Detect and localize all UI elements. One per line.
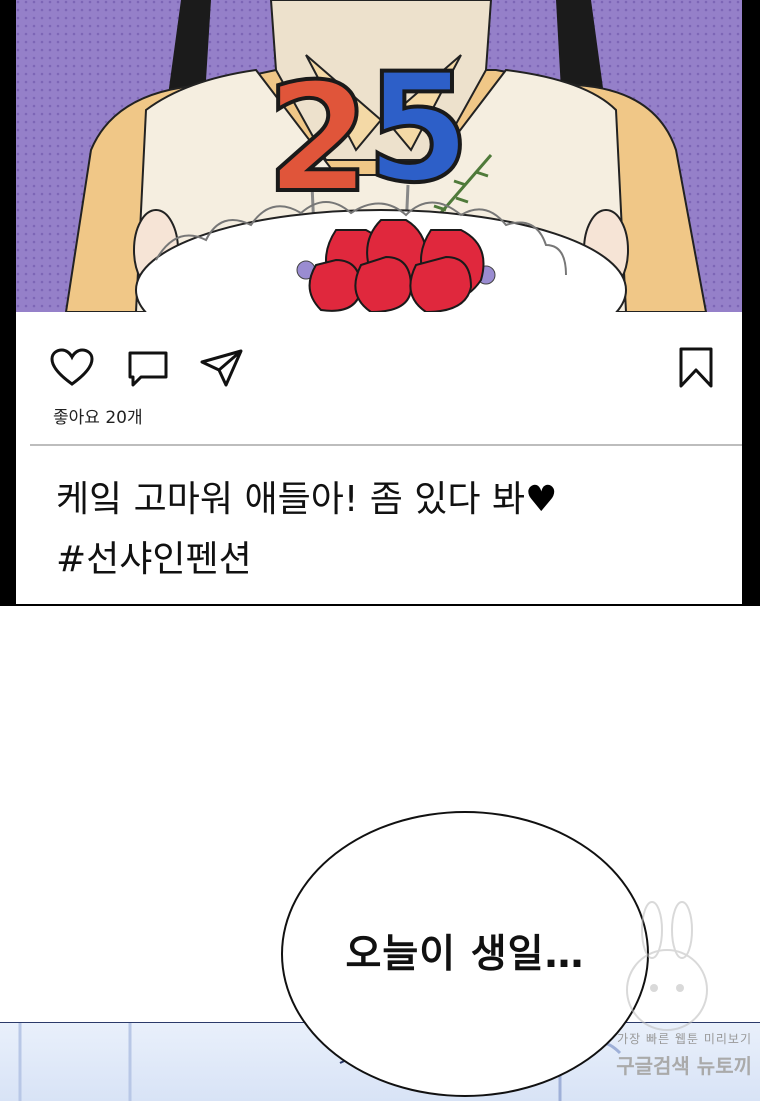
- caption-line-1: 케잌 고마워 애들아! 좀 있다 봐♥: [56, 470, 557, 530]
- cake-number-5: 5: [366, 42, 470, 216]
- heart-icon[interactable]: [50, 348, 94, 388]
- post-caption: 케잌 고마워 애들아! 좀 있다 봐♥ #선샤인펜션: [56, 470, 557, 590]
- likes-count: 좋아요 20개: [53, 408, 143, 428]
- post-photo: 2 5: [16, 0, 742, 312]
- speech-bubble-text: 오늘이 생일…: [345, 932, 585, 977]
- caption-heart: ♥: [525, 479, 558, 520]
- post-actions: [16, 312, 742, 412]
- post-card: 좋아요 20개 케잌 고마워 애들아! 좀 있다 봐♥ #선샤인펜션: [16, 312, 742, 604]
- divider: [30, 444, 742, 446]
- comment-icon[interactable]: [127, 350, 169, 388]
- post-panel: 2 5 좋아요 20개 케잌 고마워 애들아! 좀 있다 봐♥ #선샤인펜션: [0, 0, 760, 606]
- cake-illustration: 2 5: [16, 0, 742, 312]
- caption-hashtag[interactable]: #선샤인펜션: [56, 530, 557, 590]
- watermark-line-2: 구글검색 뉴토끼: [616, 1054, 752, 1078]
- caption-text: 케잌 고마워 애들아! 좀 있다 봐: [56, 479, 526, 520]
- share-icon[interactable]: [200, 348, 244, 388]
- speech-bubble: 오늘이 생일…: [281, 811, 649, 1097]
- cake-number-2: 2: [266, 52, 370, 226]
- bookmark-icon[interactable]: [678, 346, 714, 390]
- watermark-line-1: 가장 빠른 웹툰 미리보기: [617, 1032, 752, 1046]
